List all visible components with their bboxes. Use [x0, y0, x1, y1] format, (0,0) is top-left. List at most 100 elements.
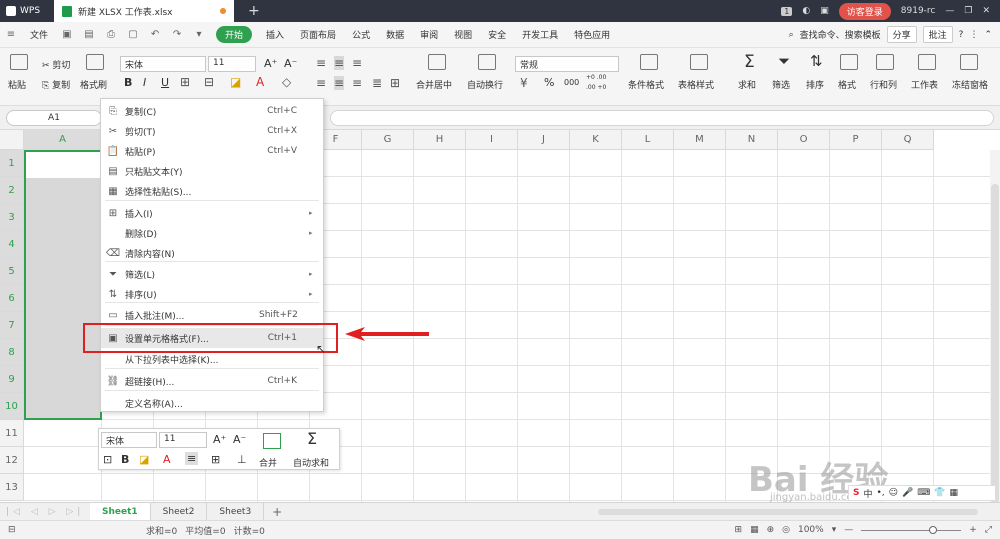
row-header-4[interactable]: 4 — [0, 231, 24, 258]
ime-punct-icon[interactable]: •, — [877, 488, 885, 498]
currency-icon[interactable]: ¥ — [520, 76, 528, 90]
context-menu-item[interactable]: 📋 粘贴(P) Ctrl+V — [101, 141, 323, 161]
new-tab-button[interactable]: + — [248, 3, 260, 19]
freeze-panes-icon[interactable] — [960, 54, 978, 70]
tab-insert[interactable]: 插入 — [258, 28, 292, 41]
sort-icon[interactable]: ⇅ — [810, 52, 823, 70]
wps-home-tab[interactable]: WPS — [0, 0, 54, 22]
worksheet-button[interactable]: 工作表 — [911, 78, 938, 91]
context-menu-item[interactable]: ✂ 剪切(T) Ctrl+X — [101, 121, 323, 141]
mini-merge-button[interactable]: 合并 — [259, 456, 277, 469]
context-menu-item[interactable]: ⏷ 筛选(L) ▸ — [101, 264, 323, 284]
format-icon[interactable] — [840, 54, 858, 70]
sheet-tab-2[interactable]: Sheet2 — [151, 502, 208, 521]
row-header-10[interactable]: 10 — [0, 393, 24, 420]
select-all-corner[interactable] — [0, 130, 24, 150]
name-box[interactable]: A1 — [6, 110, 102, 126]
tab-developer[interactable]: 开发工具 — [514, 28, 566, 41]
format-button[interactable]: 格式 — [838, 78, 856, 91]
mini-font-color-icon[interactable]: A — [163, 453, 171, 466]
column-header-o[interactable]: O — [778, 130, 830, 150]
filter-icon[interactable]: ⏷ — [778, 52, 790, 70]
more-icon[interactable]: ⋮ — [969, 30, 978, 40]
tab-review[interactable]: 审阅 — [412, 28, 446, 41]
collapse-ribbon-icon[interactable]: ⌃ — [984, 30, 992, 40]
undo-icon[interactable]: ↶ — [148, 29, 162, 41]
tab-page-layout[interactable]: 页面布局 — [292, 28, 344, 41]
ime-mic-icon[interactable]: 🎤 — [902, 488, 913, 498]
increase-decimal-button[interactable]: +0 .00 — [586, 74, 606, 81]
menu-file[interactable]: 文件 — [22, 28, 56, 41]
page-break-view-icon[interactable]: ⊕ — [767, 525, 775, 535]
mini-border-icon[interactable]: ⊞ — [211, 453, 220, 466]
paste-button[interactable]: 粘贴 — [8, 78, 26, 91]
close-icon[interactable]: ✕ — [982, 6, 990, 16]
context-menu-item[interactable]: ⌫ 清除内容(N) — [101, 243, 323, 263]
row-header-6[interactable]: 6 — [0, 285, 24, 312]
cut-button[interactable]: ✂ 剪切 — [42, 58, 70, 71]
merge-small-icon[interactable]: ⊟ — [204, 75, 214, 89]
row-header-11[interactable]: 11 — [0, 420, 24, 447]
column-header-k[interactable]: K — [570, 130, 622, 150]
print-icon[interactable]: ⎙ — [104, 29, 118, 41]
skin-icon[interactable]: ◐ — [802, 6, 810, 16]
restore-icon[interactable]: ❐ — [964, 6, 972, 16]
border-icon[interactable]: ⊞ — [180, 75, 190, 89]
decrease-font-icon[interactable]: A⁻ — [284, 57, 297, 70]
tab-special[interactable]: 特色应用 — [566, 28, 618, 41]
align-center-icon[interactable]: ≡ — [334, 76, 345, 90]
row-col-button[interactable]: 行和列 — [870, 78, 897, 91]
zoom-dropdown-icon[interactable]: ▾ — [832, 525, 837, 535]
horizontal-scrollbar[interactable] — [598, 509, 978, 515]
window-count-badge[interactable]: 1 — [781, 6, 793, 16]
row-header-13[interactable]: 13 — [0, 474, 24, 501]
paste-icon[interactable] — [10, 54, 28, 70]
page-layout-view-icon[interactable]: ▦ — [750, 525, 759, 535]
thousands-button[interactable]: 000 — [564, 78, 579, 87]
table-style-button[interactable]: 表格样式 — [678, 78, 714, 91]
mini-font-size-select[interactable]: 11 — [159, 432, 207, 448]
freeze-panes-button[interactable]: 冻结窗格 — [952, 78, 988, 91]
mini-align-center-icon[interactable]: ≡ — [185, 452, 199, 465]
column-header-l[interactable]: L — [622, 130, 674, 150]
ime-language[interactable]: 中 — [863, 487, 872, 500]
hamburger-icon[interactable]: ≡ — [4, 29, 18, 41]
copy-button[interactable]: ⎘ 复制 — [42, 78, 70, 91]
macro-icon[interactable]: ⊟ — [8, 525, 16, 535]
command-search[interactable]: 查找命令、搜索模板 — [800, 28, 881, 41]
zoom-slider-knob[interactable] — [929, 525, 938, 534]
context-menu-item[interactable]: 定义名称(A)... — [101, 393, 323, 413]
column-header-i[interactable]: I — [466, 130, 518, 150]
column-header-g[interactable]: G — [362, 130, 414, 150]
zoom-level[interactable]: 100% — [798, 525, 824, 535]
context-menu-item[interactable]: ⇅ 排序(U) ▸ — [101, 284, 323, 304]
font-name-select[interactable]: 宋体 — [120, 56, 206, 72]
ime-keyboard-icon[interactable]: ⌨ — [917, 488, 930, 498]
column-header-a[interactable]: A — [24, 130, 102, 150]
font-color-icon[interactable]: A — [256, 75, 264, 89]
distribute-icon[interactable]: ⊞ — [390, 76, 400, 90]
row-header-9[interactable]: 9 — [0, 366, 24, 393]
minimize-icon[interactable]: — — [945, 6, 954, 16]
column-header-n[interactable]: N — [726, 130, 778, 150]
mini-fill-color-icon[interactable]: ◪ — [139, 453, 149, 466]
normal-view-icon[interactable]: ⊞ — [735, 525, 743, 535]
zoom-out-icon[interactable]: — — [844, 525, 853, 535]
number-format-select[interactable]: 常规 — [515, 56, 619, 72]
sum-button[interactable]: 求和 — [738, 78, 756, 91]
context-menu-item[interactable]: ▭ 插入批注(M)... Shift+F2 — [101, 305, 323, 325]
align-top-icon[interactable]: ≡ — [316, 56, 326, 70]
align-right-icon[interactable]: ≡ — [352, 76, 362, 90]
align-middle-icon[interactable]: ≡ — [334, 56, 345, 70]
tab-view[interactable]: 视图 — [446, 28, 480, 41]
gift-icon[interactable]: ▣ — [820, 6, 829, 16]
mini-insert-icon[interactable]: ⊥ — [237, 453, 247, 466]
sheet-tab-1[interactable]: Sheet1 — [90, 502, 151, 521]
italic-button[interactable]: I — [143, 76, 146, 89]
dropdown-icon[interactable]: ▾ — [192, 29, 206, 41]
formula-input[interactable] — [330, 110, 994, 126]
row-header-5[interactable]: 5 — [0, 258, 24, 285]
ime-menu-icon[interactable]: ▦ — [950, 488, 959, 498]
zoom-slider[interactable] — [861, 525, 962, 534]
vertical-scroll-thumb[interactable] — [991, 184, 999, 502]
